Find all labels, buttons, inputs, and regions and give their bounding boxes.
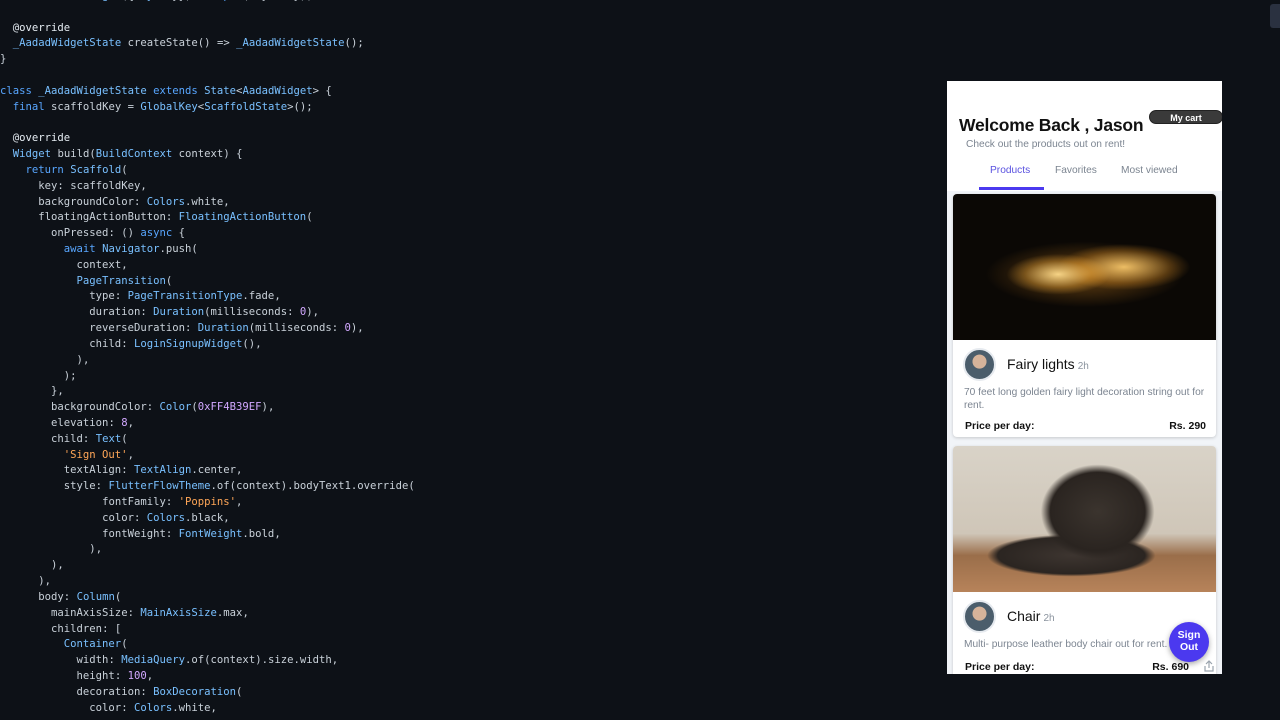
product-time: 2h [1077,361,1089,372]
product-name-text: Fairy lights [1007,356,1075,372]
price-value: Rs. 290 [1169,420,1206,432]
code-line: floatingActionButton: FloatingActionButt… [38,211,313,224]
code-editor[interactable]: const AadadWidget({Key key}) : super(key… [0,0,940,720]
code-line: type: PageTransitionType.fade, [89,290,281,303]
avatar[interactable] [963,348,996,381]
product-card[interactable]: Fairy lights 2h 70 feet long golden fairy… [953,194,1216,437]
code-line: child: Text( [51,432,128,445]
product-description: 70 feet long golden fairy light decorati… [964,387,1205,411]
code-line: style: FlutterFlowTheme.of(context).body… [63,480,415,493]
product-image [953,446,1216,592]
product-name-text: Chair [1007,608,1041,624]
code-line: body: Column( [38,590,122,603]
code-line: backgroundColor: Colors.white, [38,195,230,208]
code-line: @override [12,132,71,145]
code-line: backgroundColor: Color(0xFF4B39EF), [51,401,275,414]
code-line: PageTransition( [76,274,173,287]
product-time: 2h [1043,613,1055,624]
code-line: elevation: 8, [51,416,134,429]
tab-favorites[interactable]: Favorites [1055,163,1097,191]
price-label: Price per day: [965,661,1035,673]
product-name: Fairy lights 2h [1007,356,1089,372]
code-line: duration: Duration(milliseconds: 0), [89,306,320,319]
product-name: Chair 2h [1007,608,1055,624]
code-line: child: LoginSignupWidget(), [89,337,262,350]
code-line: children: [ [51,622,122,635]
code-line: onPressed: () async { [51,227,186,240]
code-line: ), [76,353,90,366]
code-line: key: scaffoldKey, [38,179,147,192]
code-line: _AadadWidgetState createState() => _Aada… [12,37,364,50]
sign-out-label-line2: Out [1179,641,1199,653]
code-line: 'Sign Out', [63,448,134,461]
code-line: }, [51,385,64,398]
product-image [953,194,1216,340]
code-line: } [0,53,7,66]
code-line: class _AadadWidgetState extends State<Aa… [0,84,332,97]
code-line: decoration: BoxDecoration( [76,685,243,698]
code-line: fontFamily: 'Poppins', [102,496,243,508]
code-line: color: Colors.white, [89,701,217,714]
code-line: width: MediaQuery.of(context).size.width… [76,654,339,667]
code-line: ), [51,559,64,572]
code-line: ); [63,369,77,382]
side-panel-tab[interactable] [1270,4,1280,28]
code-line: mainAxisSize: MainAxisSize.max, [51,606,249,619]
code-line: Container( [63,638,128,651]
code-line: color: Colors.black, [102,511,230,524]
price-value: Rs. 690 [1152,661,1189,673]
my-cart-button[interactable]: My cart [1149,110,1222,124]
welcome-title: Welcome Back , Jason [959,115,1144,135]
sign-out-label-line1: Sign [1177,629,1201,641]
price-label: Price per day: [965,420,1035,432]
phone-preview: Welcome Back , Jason My cart Check out t… [947,81,1222,674]
sign-out-button[interactable]: Sign Out [1169,622,1209,662]
code-line: textAlign: TextAlign.center, [63,464,243,477]
code-line: final scaffoldKey = GlobalKey<ScaffoldSt… [12,100,313,113]
tab-most-viewed[interactable]: Most viewed [1121,163,1178,191]
code-line: reverseDuration: Duration(milliseconds: … [89,322,364,335]
avatar[interactable] [963,600,996,633]
code-line: return Scaffold( [25,163,128,176]
share-icon[interactable] [1203,660,1215,672]
code-line: height: 100, [76,669,154,682]
code-line: Widget build(BuildContext context) { [12,148,243,161]
app-header: Welcome Back , Jason My cart Check out t… [947,81,1222,191]
code-line: await Navigator.push( [63,243,198,255]
code-line: ), [89,543,103,556]
code-line: fontWeight: FontWeight.bold, [102,527,281,540]
code-line: context, [76,258,128,271]
code-line: @override [12,21,71,34]
header-subtitle: Check out the products out on rent! [966,139,1126,150]
active-tab-indicator [979,187,1044,190]
code-line: ), [38,575,52,588]
tab-bar: Products Favorites Most viewed [947,163,1222,191]
